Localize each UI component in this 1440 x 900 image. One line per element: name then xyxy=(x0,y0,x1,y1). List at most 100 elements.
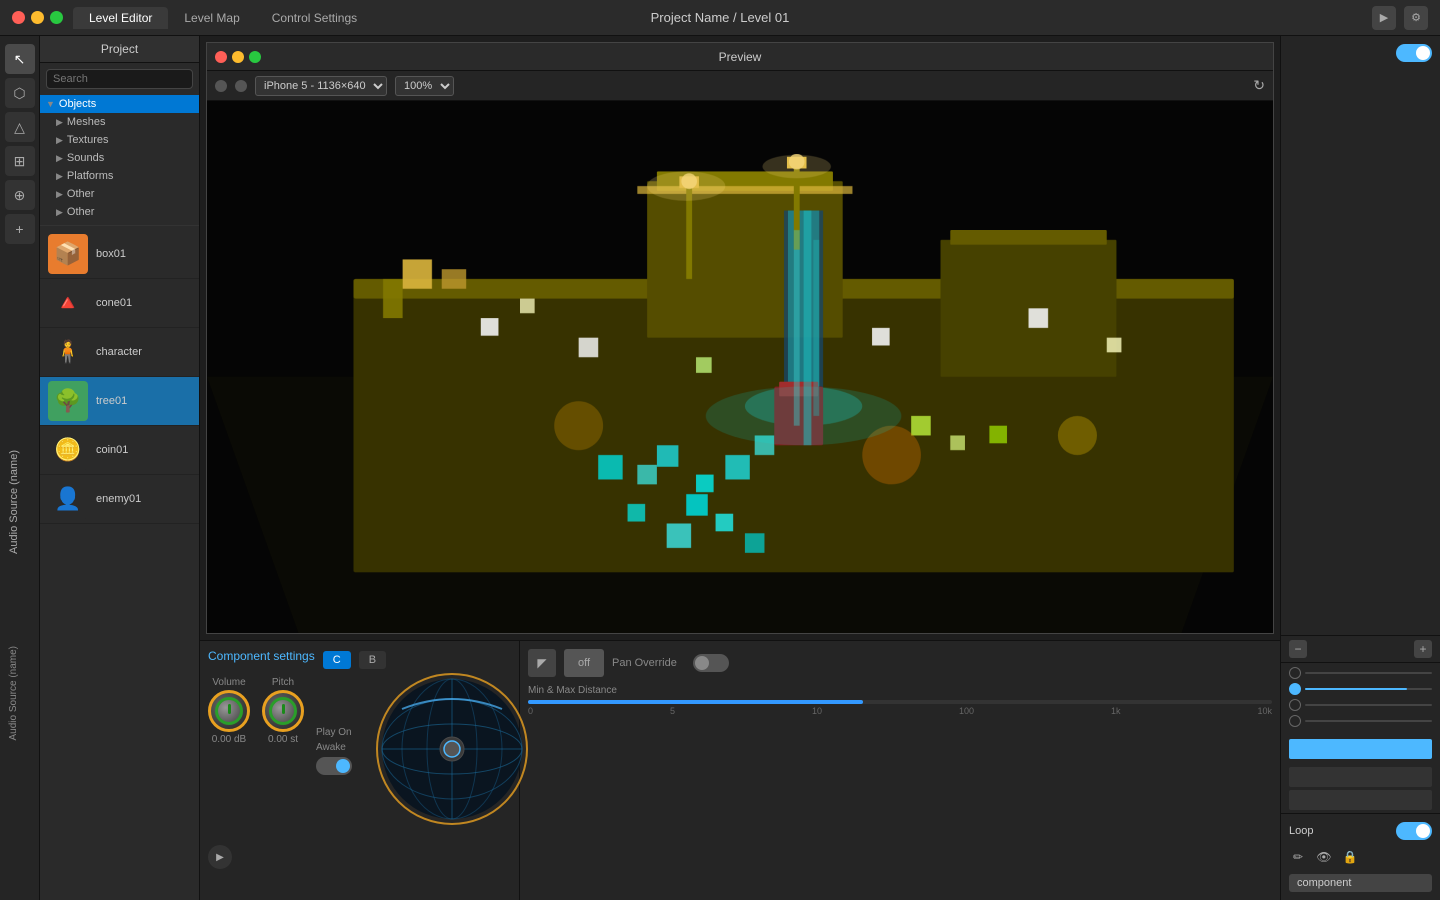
object-icon-cone01: 🔺 xyxy=(48,283,88,323)
rp-slider-row-3 xyxy=(1289,699,1432,711)
search-input[interactable] xyxy=(46,69,193,89)
tree-item-other-1[interactable]: ▶ Other xyxy=(40,185,199,203)
rp-cyan-bar xyxy=(1289,739,1432,759)
preview-window: Preview iPhone 5 - 1136×640 100% ↻ xyxy=(206,42,1274,634)
shape-tool[interactable]: ⬡ xyxy=(5,78,35,108)
expand-arrow: ▶ xyxy=(56,153,63,164)
rp-slider-dot-2[interactable] xyxy=(1289,683,1301,695)
volume-knob[interactable] xyxy=(208,690,250,732)
zoom-selector[interactable]: 100% xyxy=(395,76,454,96)
center-area: Preview iPhone 5 - 1136×640 100% ↻ xyxy=(200,36,1280,900)
preview-minimize[interactable] xyxy=(232,51,244,63)
play-button[interactable]: ▶ xyxy=(1372,6,1396,30)
window-title: Project Name / Level 01 xyxy=(651,10,790,25)
rp-slider-dot-3[interactable] xyxy=(1289,699,1301,711)
title-bar: Level Editor Level Map Control Settings … xyxy=(0,0,1440,36)
main-layout: ↖ ⬡ △ ⊞ ⊕ + Project ▼ Objects ▶ Meshes ▶… xyxy=(0,36,1440,900)
preview-toolbar: iPhone 5 - 1136×640 100% ↻ xyxy=(207,71,1273,101)
rp-plus-button[interactable]: + xyxy=(1414,640,1432,658)
object-item-cone01[interactable]: 🔺 cone01 xyxy=(40,279,199,328)
tree-item-objects[interactable]: ▼ Objects xyxy=(40,95,199,113)
maximize-button[interactable] xyxy=(50,11,63,24)
cs-tab-b[interactable]: B xyxy=(359,651,386,669)
tab-control-settings[interactable]: Control Settings xyxy=(256,7,373,29)
add-tool[interactable]: + xyxy=(5,214,35,244)
rp-minus-button[interactable]: − xyxy=(1289,640,1307,658)
loop-toggle[interactable] xyxy=(1396,822,1432,840)
edit-icon[interactable]: ✏ xyxy=(1289,848,1307,866)
pitch-knob[interactable] xyxy=(262,690,304,732)
audio-play-button[interactable]: ▶ xyxy=(208,845,232,869)
tree-item-platforms[interactable]: ▶ Platforms xyxy=(40,167,199,185)
rp-input-rows xyxy=(1281,767,1440,813)
rp-slider-track-4[interactable] xyxy=(1305,720,1432,722)
refresh-button[interactable]: ↻ xyxy=(1253,77,1265,94)
rp-input-1 xyxy=(1289,767,1432,787)
grid-tool[interactable]: ⊞ xyxy=(5,146,35,176)
rp-slider-row-4 xyxy=(1289,715,1432,727)
expand-arrow: ▶ xyxy=(56,135,63,146)
tree-item-textures[interactable]: ▶ Textures xyxy=(40,131,199,149)
object-item-character[interactable]: 🧍 character xyxy=(40,328,199,377)
device-selector[interactable]: iPhone 5 - 1136×640 xyxy=(255,76,387,96)
settings-button[interactable]: ⚙ xyxy=(1404,6,1428,30)
device-dot-1 xyxy=(215,80,227,92)
preview-content xyxy=(207,101,1273,633)
preview-title: Preview xyxy=(719,50,762,64)
right-panel-toggle xyxy=(1396,44,1432,62)
awake-label: Awake xyxy=(316,742,352,753)
tree-item-other-2[interactable]: ▶ Other xyxy=(40,203,199,221)
rp-slider-dot-1[interactable] xyxy=(1289,667,1301,679)
rp-slider-track-3[interactable] xyxy=(1305,704,1432,706)
pitch-value: 0.00 st xyxy=(268,734,298,745)
lock-icon[interactable]: 🔒 xyxy=(1341,848,1359,866)
object-item-box01[interactable]: 📦 box01 xyxy=(40,230,199,279)
close-button[interactable] xyxy=(12,11,25,24)
preview-close[interactable] xyxy=(215,51,227,63)
triangle-tool[interactable]: △ xyxy=(5,112,35,142)
tree-item-meshes[interactable]: ▶ Meshes xyxy=(40,113,199,131)
scene-3d xyxy=(207,101,1273,633)
min-max-label: Min & Max Distance xyxy=(528,685,1272,696)
component-button[interactable]: component xyxy=(1289,874,1432,892)
object-icon-coin01: 🪙 xyxy=(48,430,88,470)
eye-icon[interactable]: 👁 xyxy=(1315,848,1333,866)
rp-slider-track-1[interactable] xyxy=(1305,672,1432,674)
rp-slider-dot-4[interactable] xyxy=(1289,715,1301,727)
globe-tool[interactable]: ⊕ xyxy=(5,180,35,210)
cs-tab-c[interactable]: C xyxy=(323,651,351,669)
object-item-enemy01[interactable]: 👤 enemy01 xyxy=(40,475,199,524)
preview-maximize[interactable] xyxy=(249,51,261,63)
minimize-button[interactable] xyxy=(31,11,44,24)
bottom-panel: Component settings C B Volume 0.00 dB xyxy=(200,640,1280,900)
rp-slider-track-2[interactable] xyxy=(1305,688,1432,690)
pan-off-button[interactable]: off xyxy=(564,649,604,677)
min-max-slider[interactable] xyxy=(528,700,1272,704)
object-list: 📦 box01 🔺 cone01 🧍 character 🌳 xyxy=(40,230,199,900)
tab-level-map[interactable]: Level Map xyxy=(168,7,255,29)
rp-sliders xyxy=(1281,662,1440,735)
audio-labels: Audio Source (name) Play On Awake xyxy=(316,697,352,775)
rp-input-2 xyxy=(1289,790,1432,810)
awake-toggle[interactable] xyxy=(316,757,352,775)
rp-main-toggle[interactable] xyxy=(1396,44,1432,62)
pan-override-toggle[interactable] xyxy=(693,654,729,672)
tab-level-editor[interactable]: Level Editor xyxy=(73,7,168,29)
object-item-tree01[interactable]: 🌳 tree01 xyxy=(40,377,199,426)
preview-traffic-lights xyxy=(215,51,261,63)
object-item-coin01[interactable]: 🪙 coin01 xyxy=(40,426,199,475)
volume-knob-group: Volume 0.00 dB xyxy=(208,677,250,745)
left-panel: Project ▼ Objects ▶ Meshes ▶ Textures ▶ … xyxy=(40,36,200,900)
cursor-tool[interactable]: ↖ xyxy=(5,44,35,74)
object-icon-enemy01: 👤 xyxy=(48,479,88,519)
rp-slider-row-2 xyxy=(1289,683,1432,695)
rp-top xyxy=(1281,36,1440,635)
expand-arrow: ▶ xyxy=(56,207,63,218)
tree-item-sounds[interactable]: ▶ Sounds xyxy=(40,149,199,167)
preview-titlebar: Preview xyxy=(207,43,1273,71)
component-settings-title: Component settings xyxy=(208,649,315,663)
sphere-svg xyxy=(372,669,532,829)
pitch-label: Pitch xyxy=(272,677,294,688)
rp-slider-row-1 xyxy=(1289,667,1432,679)
pan-directional-btn[interactable]: ◤ xyxy=(528,649,556,677)
